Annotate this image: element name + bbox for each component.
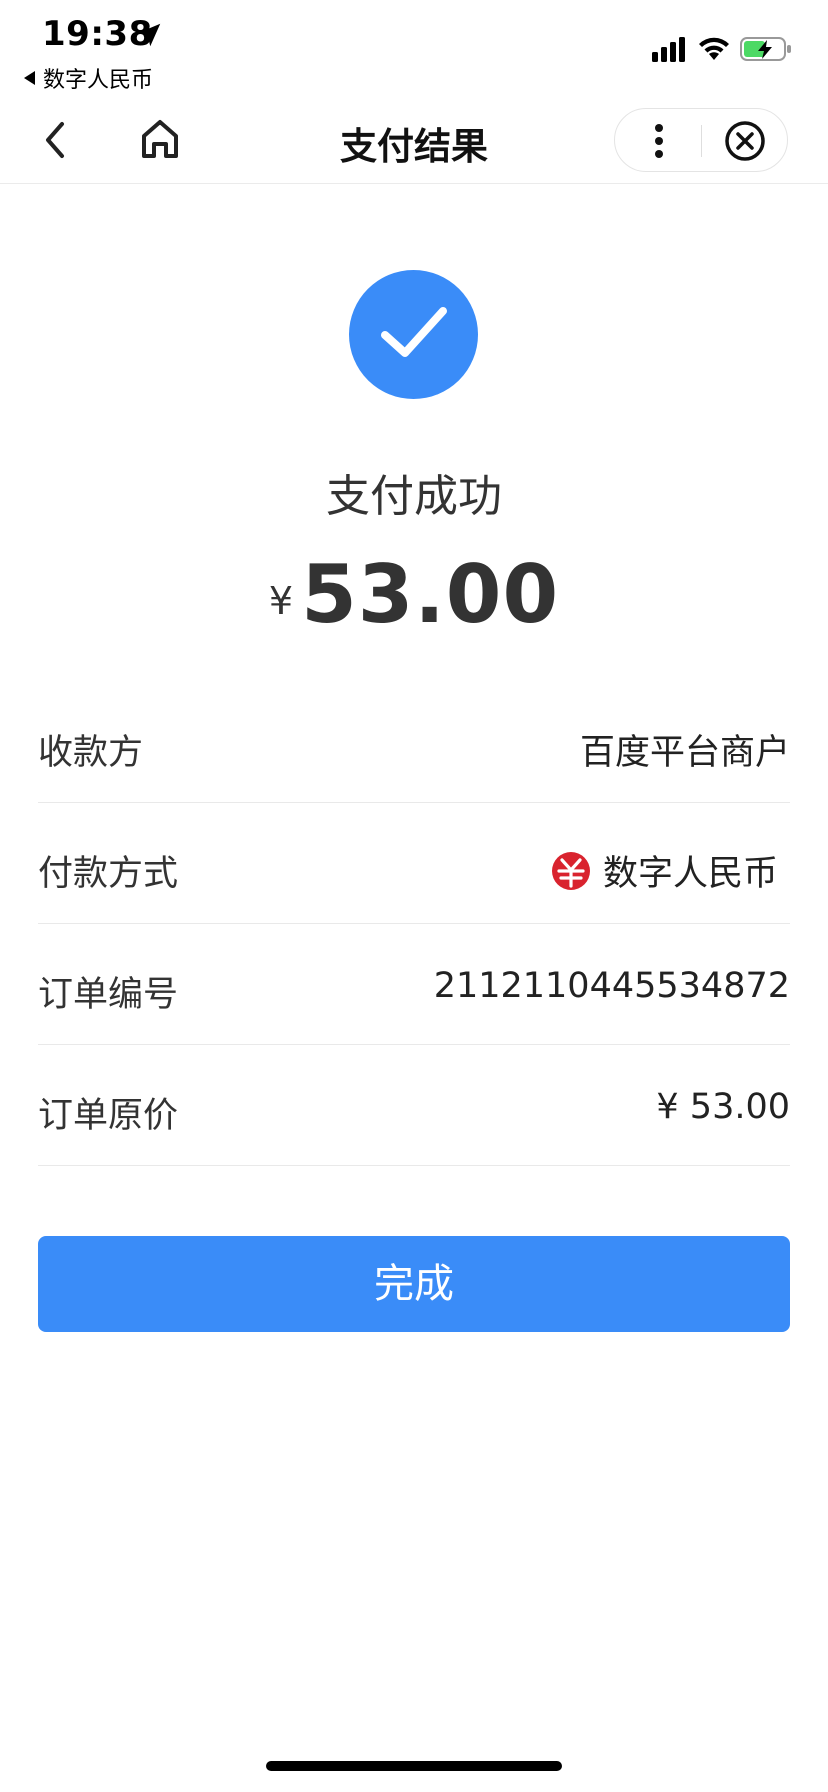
detail-value: 数字人民币 — [551, 845, 778, 896]
more-icon[interactable] — [637, 119, 681, 163]
detail-label: 订单原价 — [38, 1096, 179, 1136]
currency-symbol: ¥ — [268, 579, 294, 623]
back-triangle-icon — [24, 71, 35, 85]
ecny-icon — [551, 851, 590, 890]
detail-value: 百度平台商户 — [579, 733, 790, 773]
wifi-icon — [699, 37, 729, 60]
location-arrow-icon — [137, 23, 161, 47]
detail-row-order-number: 订单编号 2112110445534872 — [38, 924, 790, 1045]
status-bar: 19:38 数字人民币 — [0, 0, 828, 96]
payment-status: 支付成功 — [326, 471, 502, 522]
detail-value: 2112110445534872 — [433, 966, 790, 1006]
signal-icon — [652, 37, 685, 62]
payment-amount: ¥53.00 — [0, 548, 828, 641]
detail-label: 订单编号 — [38, 975, 179, 1015]
detail-label: 收款方 — [38, 733, 144, 773]
detail-row-payment-method: 付款方式 数字人民币 — [38, 803, 790, 924]
close-icon[interactable] — [723, 119, 767, 163]
payment-details: 收款方 百度平台商户 付款方式 数字人民币 订单编号 2112110445534… — [38, 682, 790, 1166]
nav-bar: 支付结果 — [0, 96, 828, 184]
mini-program-capsule — [614, 108, 788, 172]
home-indicator[interactable] — [266, 1761, 562, 1771]
amount-value: 53.00 — [301, 548, 560, 641]
capsule-divider — [701, 125, 702, 157]
success-badge — [349, 270, 478, 399]
detail-row-original-price: 订单原价 ¥ 53.00 — [38, 1045, 790, 1166]
back-to-app-link[interactable]: 数字人民币 — [24, 62, 153, 94]
checkmark-icon — [381, 307, 447, 357]
back-app-label: 数字人民币 — [43, 68, 154, 93]
battery-icon — [740, 37, 791, 61]
detail-label: 付款方式 — [38, 854, 179, 894]
done-button[interactable]: 完成 — [38, 1236, 790, 1332]
detail-row-payee: 收款方 百度平台商户 — [38, 682, 790, 803]
detail-value: ¥ 53.00 — [656, 1087, 790, 1127]
